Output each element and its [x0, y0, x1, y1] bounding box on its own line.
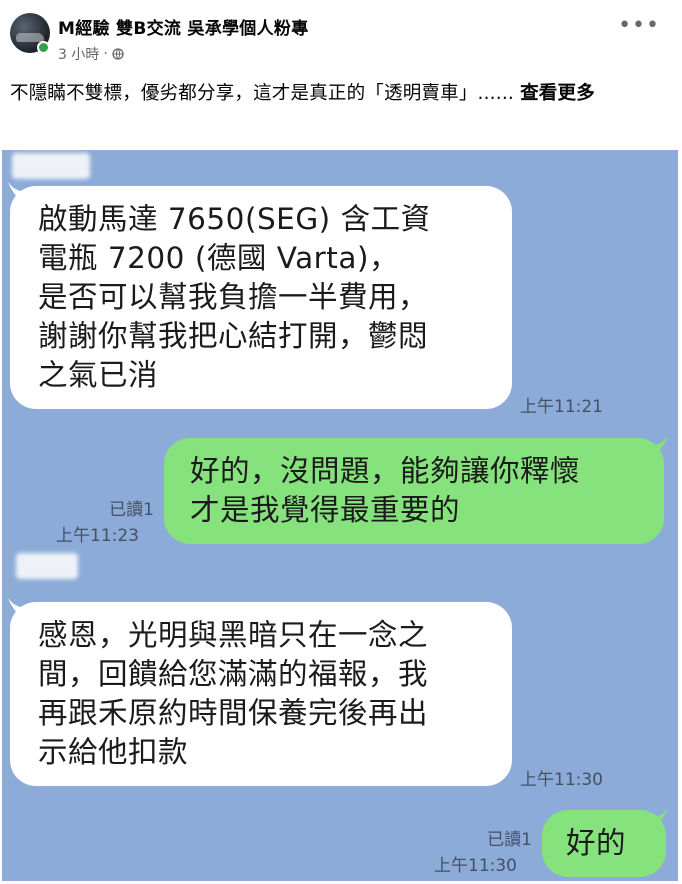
message-line: 感恩，光明與黑暗只在一念之	[38, 618, 429, 652]
more-options-icon[interactable]: •••	[618, 15, 660, 37]
message-line: 電瓶 7200 (德國 Varta)，	[38, 241, 399, 275]
see-more-link[interactable]: 查看更多	[520, 83, 595, 104]
bubble-tail	[646, 808, 668, 832]
message-line: 謝謝你幫我把心結打開，鬱悶	[38, 319, 429, 353]
incoming-message: 啟動馬達 7650(SEG) 含工資 電瓶 7200 (德國 Varta)， 是…	[10, 186, 512, 409]
bubble-tail	[646, 436, 668, 460]
message-line: 啟動馬達 7650(SEG) 含工資	[38, 202, 431, 236]
message-line: 是否可以幫我負擔一半費用，	[38, 280, 429, 314]
read-receipt: 已讀1	[487, 830, 532, 850]
read-receipt: 已讀1	[109, 500, 154, 520]
message-time: 上午11:30	[520, 770, 603, 790]
online-status-icon	[37, 41, 50, 54]
chat-screenshot: 啟動馬達 7650(SEG) 含工資 電瓶 7200 (德國 Varta)， 是…	[2, 150, 678, 881]
outgoing-message: 好的，沒問題，能夠讓你釋懷 才是我覺得最重要的	[164, 438, 664, 544]
blurred-sender-name	[12, 153, 90, 179]
post-body: 不隱瞞不雙標，優劣都分享，這才是真正的「透明賣車」......	[10, 83, 514, 104]
message-line: 才是我覺得最重要的	[190, 493, 461, 527]
blurred-sender-name	[16, 553, 78, 579]
message-line: 再跟禾原約時間保養完後再出	[38, 696, 429, 730]
message-line: 示給他扣款	[38, 735, 189, 769]
message-time: 上午11:30	[434, 856, 517, 876]
message-line: 好的，沒問題，能夠讓你釋懷	[190, 454, 581, 488]
post-time[interactable]: 3 小時	[58, 44, 99, 64]
post-text: 不隱瞞不雙標，優劣都分享，這才是真正的「透明賣車」...... 查看更多	[10, 79, 665, 109]
message-line: 好的	[566, 826, 627, 860]
meta-separator: ·	[103, 46, 108, 62]
incoming-message: 感恩，光明與黑暗只在一念之 間，回饋給您滿滿的福報，我 再跟禾原約時間保養完後再…	[10, 602, 512, 786]
message-time: 上午11:23	[56, 526, 139, 546]
message-line: 間，回饋給您滿滿的福報，我	[38, 657, 429, 691]
post-header: M經驗 雙B交流 吳承學個人粉專 3 小時 · ••• 不隱瞞不雙標，優劣都分享…	[0, 0, 682, 150]
message-line: 之氣已消	[38, 358, 159, 392]
page-name[interactable]: M經驗 雙B交流 吳承學個人粉專	[58, 14, 309, 39]
globe-icon	[112, 48, 124, 60]
message-time: 上午11:21	[520, 397, 603, 417]
post-meta: 3 小時 ·	[58, 44, 124, 64]
